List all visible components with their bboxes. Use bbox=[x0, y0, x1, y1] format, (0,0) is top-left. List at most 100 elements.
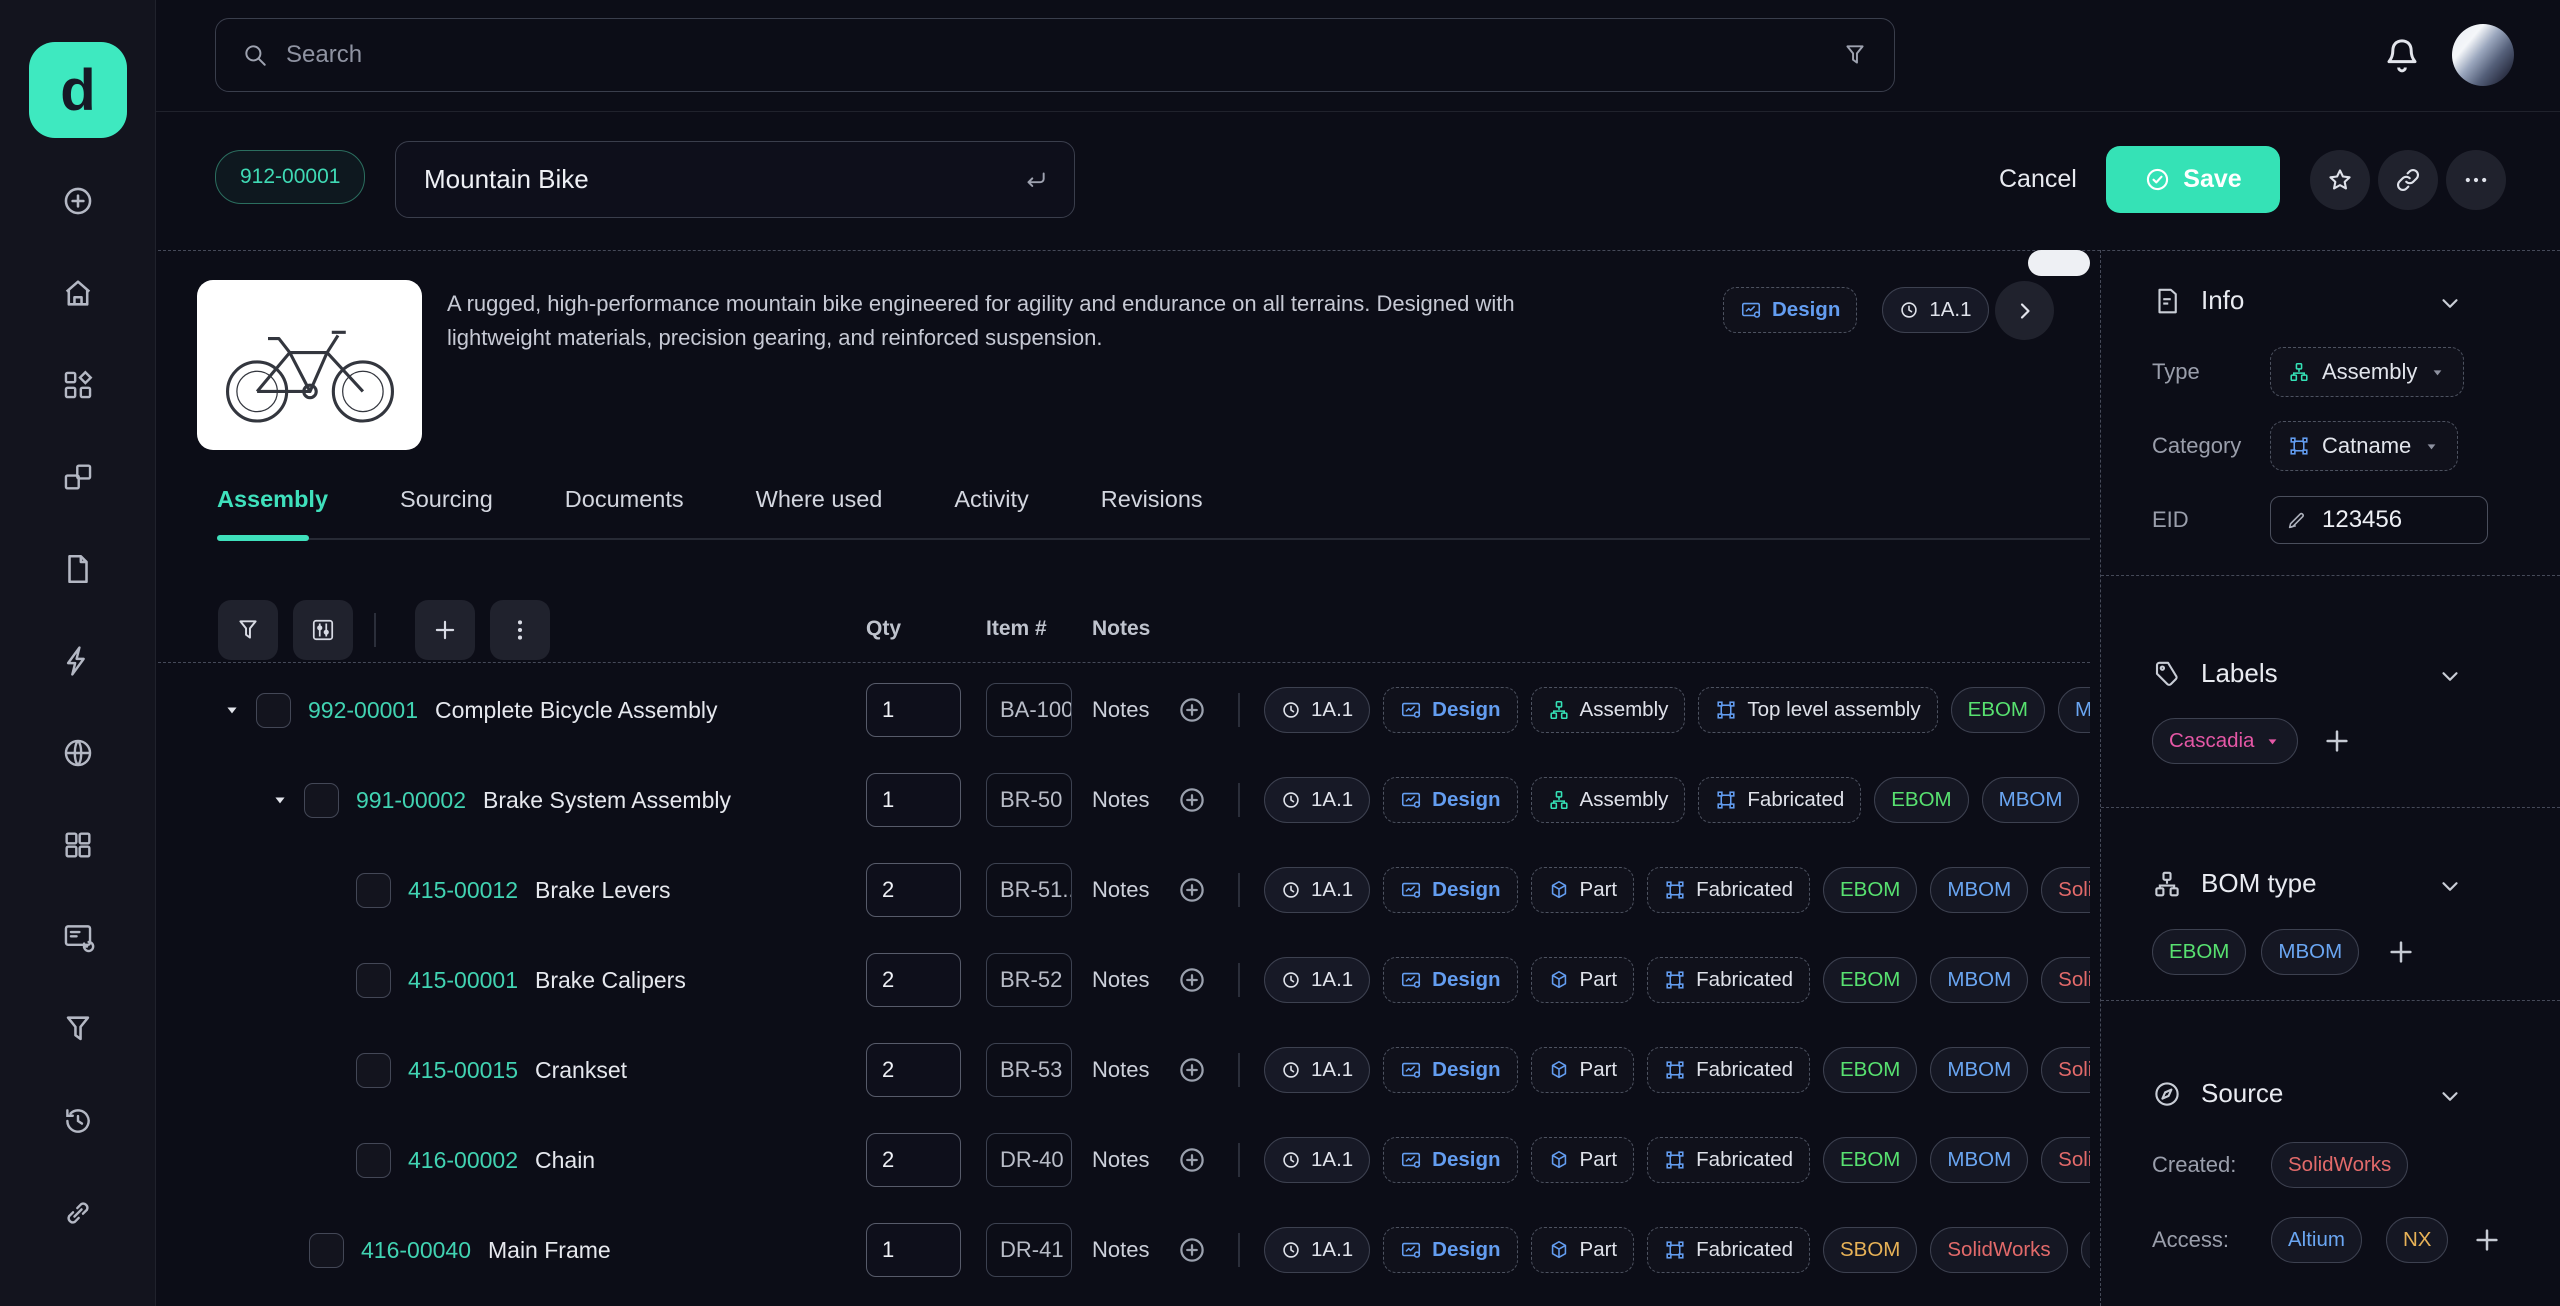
access-tag-altium[interactable]: Altium bbox=[2271, 1217, 2362, 1263]
bom-tag-ebom[interactable]: EBOM bbox=[2152, 929, 2246, 975]
add-note-icon[interactable] bbox=[1177, 875, 1207, 905]
qty-field[interactable] bbox=[866, 773, 961, 827]
part-number-link[interactable]: 416-00040 bbox=[361, 1237, 471, 1264]
phase-badge[interactable]: Design bbox=[1383, 957, 1517, 1003]
integrations-icon[interactable] bbox=[61, 1196, 95, 1230]
collapse-bom-type-icon[interactable] bbox=[2437, 873, 2463, 899]
reports-icon[interactable] bbox=[61, 920, 95, 954]
search-bar[interactable] bbox=[215, 18, 1895, 92]
add-row-button[interactable] bbox=[415, 600, 475, 660]
bom-tag-mbom[interactable]: MBOM bbox=[1930, 867, 2028, 913]
row-checkbox[interactable] bbox=[356, 1053, 391, 1088]
part-number-link[interactable]: 415-00012 bbox=[408, 877, 518, 904]
revision-badge[interactable]: 1A.1 bbox=[1264, 867, 1370, 913]
source-tag[interactable]: SolidWorks bbox=[2041, 867, 2090, 913]
source-tag[interactable]: SolidWorks bbox=[2041, 1137, 2090, 1183]
table-menu-button[interactable] bbox=[490, 600, 550, 660]
revision-badge[interactable]: 1A.1 bbox=[1264, 687, 1370, 733]
bom-tag-mbom[interactable]: MBOM bbox=[1982, 777, 2080, 823]
qty-field[interactable] bbox=[866, 1133, 961, 1187]
revision-badge[interactable]: 1A.1 bbox=[1264, 1227, 1370, 1273]
bom-tag-sbom[interactable]: SBOM bbox=[1823, 1227, 1917, 1273]
qty-input[interactable] bbox=[867, 1134, 960, 1186]
save-button[interactable]: Save bbox=[2106, 146, 2280, 213]
row-checkbox[interactable] bbox=[356, 1143, 391, 1178]
revision-badge[interactable]: 1A.1 bbox=[1264, 957, 1370, 1003]
filter-icon[interactable] bbox=[61, 1012, 95, 1046]
type-dropdown[interactable]: Assembly bbox=[2270, 347, 2464, 397]
phase-badge[interactable]: Design bbox=[1383, 1227, 1517, 1273]
bom-tag-mbom[interactable]: MBOM bbox=[1930, 1137, 2028, 1183]
product-thumbnail[interactable] bbox=[197, 280, 422, 450]
phase-badge[interactable]: Design bbox=[1723, 287, 1857, 333]
category-dropdown[interactable]: Catname bbox=[2270, 421, 2458, 471]
collapse-caret-icon[interactable] bbox=[222, 700, 242, 720]
item-number-field[interactable]: DR-40 bbox=[986, 1133, 1072, 1187]
collapse-info-icon[interactable] bbox=[2437, 290, 2463, 316]
tab-where-used[interactable]: Where used bbox=[756, 486, 883, 513]
category-badge[interactable]: Top level assembly bbox=[1698, 687, 1937, 733]
documents-icon[interactable] bbox=[61, 552, 95, 586]
item-number-field[interactable]: BR-50 bbox=[986, 773, 1072, 827]
phase-badge[interactable]: Design bbox=[1383, 1137, 1517, 1183]
phase-badge[interactable]: Design bbox=[1383, 687, 1517, 733]
table-filter-button[interactable] bbox=[218, 600, 278, 660]
add-note-icon[interactable] bbox=[1177, 785, 1207, 815]
product-name-field[interactable] bbox=[395, 141, 1075, 218]
add-access-icon[interactable] bbox=[2472, 1225, 2502, 1255]
qty-field[interactable] bbox=[866, 1043, 961, 1097]
row-checkbox[interactable] bbox=[256, 693, 291, 728]
bom-tag-mbom[interactable]: MBOM bbox=[1930, 957, 2028, 1003]
phase-badge[interactable]: Design bbox=[1383, 867, 1517, 913]
collapse-caret-icon[interactable] bbox=[270, 790, 290, 810]
qty-field[interactable] bbox=[866, 1223, 961, 1277]
revision-badge[interactable]: 1A.1 bbox=[1882, 287, 1988, 333]
source-tag[interactable]: SolidWorks bbox=[1930, 1227, 2067, 1273]
revision-badge[interactable]: 1A.1 bbox=[1264, 1047, 1370, 1093]
bom-tag-ebom[interactable]: EBOM bbox=[1823, 1047, 1917, 1093]
user-avatar[interactable] bbox=[2452, 24, 2514, 86]
search-input[interactable] bbox=[284, 40, 1826, 70]
bom-tag-ebom[interactable]: EBOM bbox=[1823, 1137, 1917, 1183]
tab-activity[interactable]: Activity bbox=[954, 486, 1028, 513]
part-number-link[interactable]: 415-00001 bbox=[408, 967, 518, 994]
bom-tag-ebom[interactable]: EBOM bbox=[1823, 957, 1917, 1003]
scrollbar-thumb[interactable] bbox=[2028, 250, 2090, 276]
qty-input[interactable] bbox=[867, 684, 960, 736]
assemblies-icon[interactable] bbox=[61, 460, 95, 494]
part-number-link[interactable]: 415-00015 bbox=[408, 1057, 518, 1084]
item-number-field[interactable]: BA-100 bbox=[986, 683, 1072, 737]
qty-input[interactable] bbox=[867, 1224, 960, 1276]
favorite-button[interactable] bbox=[2310, 150, 2370, 210]
bom-tag-mbom[interactable]: MBOM bbox=[1930, 1047, 2028, 1093]
category-badge[interactable]: Fabricated bbox=[1647, 867, 1810, 913]
category-badge[interactable]: Fabricated bbox=[1647, 1137, 1810, 1183]
item-number-field[interactable]: DR-41 bbox=[986, 1223, 1072, 1277]
bom-tag-mbom[interactable]: MBOM bbox=[2261, 929, 2359, 975]
web-icon[interactable] bbox=[61, 736, 95, 770]
qty-field[interactable] bbox=[866, 683, 961, 737]
qty-input[interactable] bbox=[867, 954, 960, 1006]
tab-sourcing[interactable]: Sourcing bbox=[400, 486, 493, 513]
bom-tag-ebom[interactable]: EBOM bbox=[1823, 867, 1917, 913]
tab-assembly[interactable]: Assembly bbox=[217, 486, 328, 513]
eid-field[interactable] bbox=[2270, 496, 2488, 544]
part-id-badge[interactable]: 912-00001 bbox=[215, 150, 365, 204]
tab-documents[interactable]: Documents bbox=[565, 486, 684, 513]
collapse-source-icon[interactable] bbox=[2437, 1083, 2463, 1109]
part-number-link[interactable]: 991-00002 bbox=[356, 787, 466, 814]
cancel-button[interactable]: Cancel bbox=[1993, 164, 2083, 195]
type-badge[interactable]: Part bbox=[1531, 867, 1635, 913]
bom-tag-ebom[interactable]: EBOM bbox=[1874, 777, 1968, 823]
phase-badge[interactable]: Design bbox=[1383, 1047, 1517, 1093]
table-view-settings-button[interactable] bbox=[293, 600, 353, 660]
label-tag-cascadia[interactable]: Cascadia bbox=[2152, 718, 2298, 764]
create-icon[interactable] bbox=[61, 184, 95, 218]
item-number-field[interactable]: BR-53 bbox=[986, 1043, 1072, 1097]
row-checkbox[interactable] bbox=[356, 873, 391, 908]
search-filter-icon[interactable] bbox=[1842, 42, 1868, 68]
type-badge[interactable]: Assembly bbox=[1531, 777, 1686, 823]
part-number-link[interactable]: 992-00001 bbox=[308, 697, 418, 724]
add-note-icon[interactable] bbox=[1177, 1055, 1207, 1085]
copy-link-button[interactable] bbox=[2378, 150, 2438, 210]
